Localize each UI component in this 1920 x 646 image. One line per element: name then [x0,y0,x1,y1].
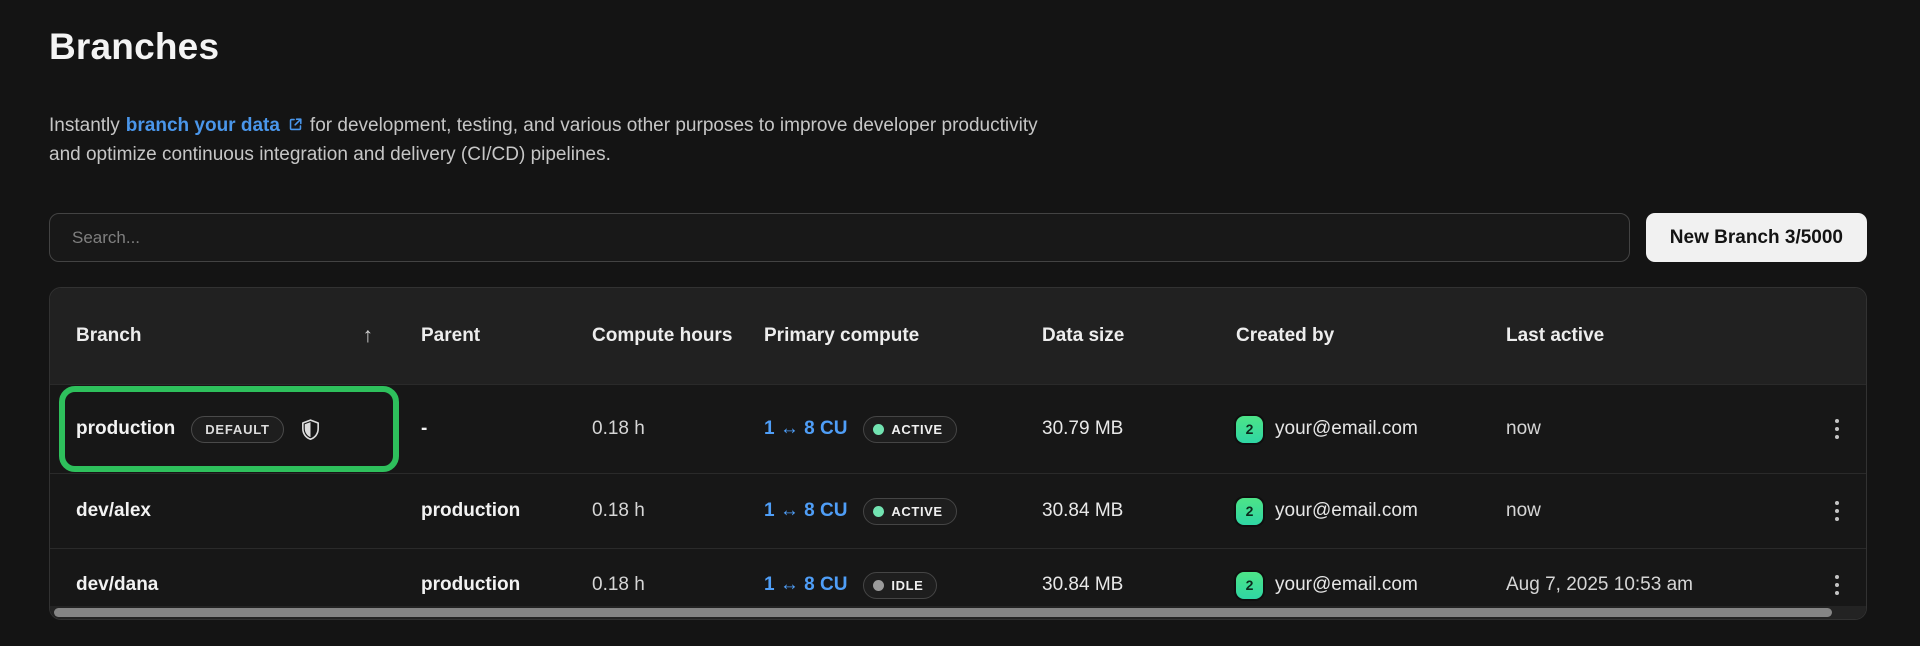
link-label: branch your data [126,115,280,136]
status-badge: ACTIVE [863,498,956,525]
creator-email: your@email.com [1275,574,1418,596]
created-by-cell: 2 your@email.com [1210,572,1480,599]
page-title: Branches [49,24,1867,70]
data-size-cell: 30.84 MB [1016,500,1210,522]
search-input[interactable] [49,213,1630,262]
creator-email: your@email.com [1275,418,1418,440]
column-header-primary-compute: Primary compute [738,325,1016,347]
user-avatar: 2 [1236,572,1263,599]
primary-compute-cell: 1 ↔ 8 CU ACTIVE [738,416,1016,443]
status-dot-icon [873,424,884,435]
page-description: Instantly branch your data for development… [49,112,1867,168]
user-avatar: 2 [1236,498,1263,525]
status-label: ACTIVE [891,504,942,519]
status-dot-icon [873,506,884,517]
branch-cell: production DEFAULT [50,416,395,443]
status-label: IDLE [891,578,923,593]
default-badge: DEFAULT [191,416,284,443]
created-by-cell: 2 your@email.com [1210,498,1480,525]
branches-page: Branches Instantly branch your data for de… [0,0,1920,620]
data-size-cell: 30.84 MB [1016,574,1210,596]
horizontal-scrollbar-track [50,606,1866,619]
parent-cell: - [395,418,566,440]
last-active-cell: Aug 7, 2025 10:53 am [1480,574,1808,596]
last-active-cell: now [1480,500,1808,522]
column-header-branch[interactable]: Branch ↑ [50,324,395,348]
new-branch-button[interactable]: New Branch 3/5000 [1646,213,1867,262]
user-avatar: 2 [1236,416,1263,443]
sort-ascending-icon[interactable]: ↑ [363,324,374,348]
parent-cell: production [395,500,566,522]
compute-hours-cell: 0.18 h [566,500,738,522]
data-size-cell: 30.79 MB [1016,418,1210,440]
table-row-production[interactable]: production DEFAULT - 0.18 h 1 ↔ 8 CU ACT… [50,384,1866,473]
protected-shield-icon [299,418,322,441]
actions-cell [1808,569,1866,601]
status-badge: IDLE [863,572,937,599]
column-header-parent: Parent [395,325,566,347]
compute-range: 1 ↔ 8 CU [764,574,847,596]
actions-cell [1808,413,1866,445]
last-active-cell: now [1480,418,1808,440]
column-header-created-by: Created by [1210,325,1480,347]
column-header-data-size: Data size [1016,325,1210,347]
external-link-icon [287,114,304,141]
actions-cell [1808,495,1866,527]
row-menu-kebab-icon[interactable] [1829,495,1845,527]
column-header-compute-hours: Compute hours [566,325,738,347]
toolbar: New Branch 3/5000 [49,213,1867,262]
table-header-row: Branch ↑ Parent Compute hours Primary co… [50,288,1866,384]
status-badge: ACTIVE [863,416,956,443]
primary-compute-cell: 1 ↔ 8 CU IDLE [738,572,1016,599]
column-header-last-active: Last active [1480,325,1808,347]
branch-name: dev/dana [76,574,158,596]
branch-your-data-link[interactable]: branch your data [126,115,280,136]
compute-hours-cell: 0.18 h [566,418,738,440]
table-row-dev-alex[interactable]: dev/alex production 0.18 h 1 ↔ 8 CU ACTI… [50,473,1866,548]
branch-name: dev/alex [76,500,151,522]
description-line2: and optimize continuous integration and … [49,144,611,165]
branch-cell: dev/dana [50,574,395,596]
status-dot-icon [873,580,884,591]
row-menu-kebab-icon[interactable] [1829,413,1845,445]
created-by-cell: 2 your@email.com [1210,416,1480,443]
branch-cell: dev/alex [50,500,395,522]
branch-name: production [76,418,175,440]
branches-table-panel: Branch ↑ Parent Compute hours Primary co… [49,287,1867,620]
description-prefix: Instantly [49,115,120,136]
row-menu-kebab-icon[interactable] [1829,569,1845,601]
column-label: Branch [76,325,141,347]
primary-compute-cell: 1 ↔ 8 CU ACTIVE [738,498,1016,525]
compute-range: 1 ↔ 8 CU [764,418,847,440]
parent-cell: production [395,574,566,596]
compute-range: 1 ↔ 8 CU [764,500,847,522]
description-line1: for development, testing, and various ot… [310,115,1038,136]
creator-email: your@email.com [1275,500,1418,522]
compute-hours-cell: 0.18 h [566,574,738,596]
status-label: ACTIVE [891,422,942,437]
horizontal-scrollbar-thumb[interactable] [54,608,1832,617]
